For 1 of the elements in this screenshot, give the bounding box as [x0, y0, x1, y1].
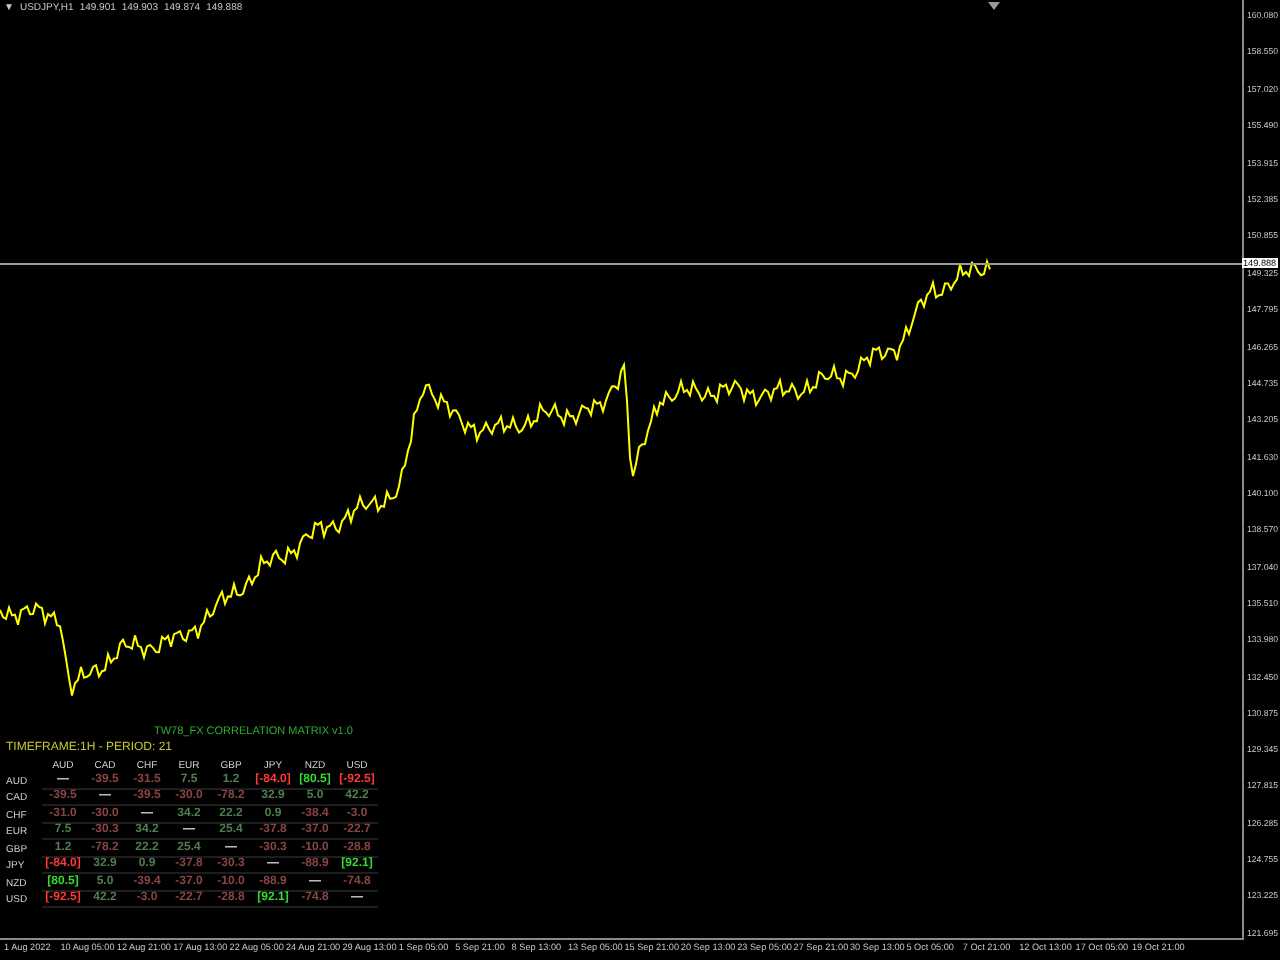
- chart-shift-marker-icon[interactable]: [988, 2, 1000, 10]
